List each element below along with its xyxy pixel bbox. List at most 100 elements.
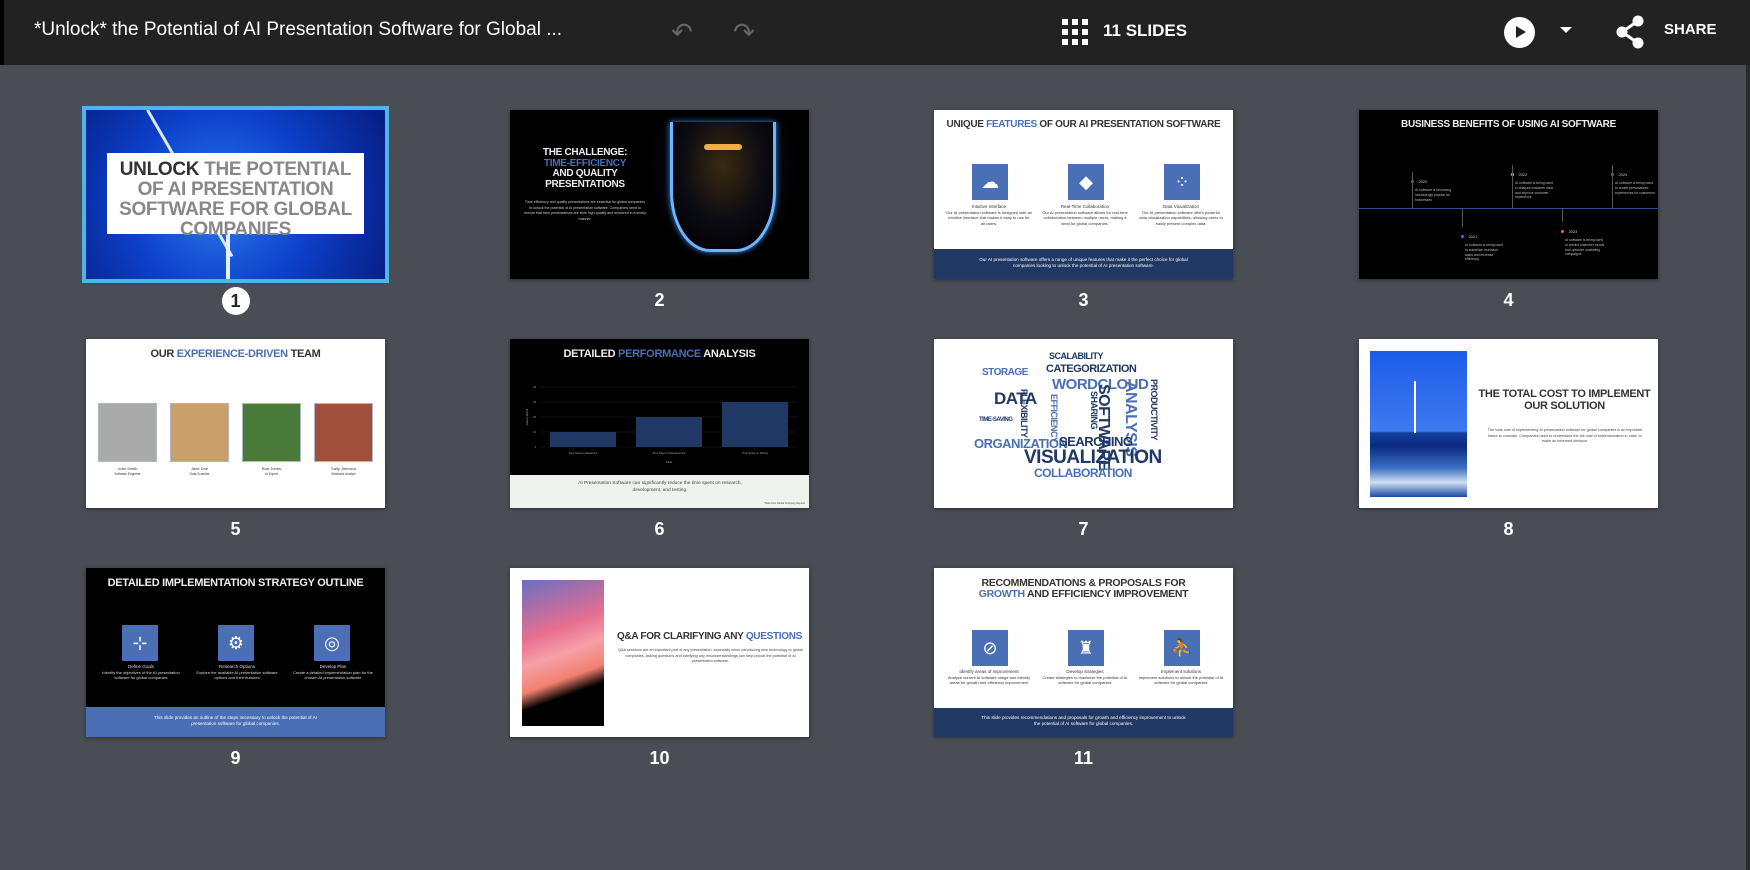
timeline-year: 2020 xyxy=(1418,179,1428,184)
slide-number-2[interactable]: 2 xyxy=(510,290,809,311)
target-plus-icon: ⊹ xyxy=(122,625,158,661)
timeline-year: 2023 xyxy=(1568,229,1578,234)
slides-count[interactable]: 11 SLIDES xyxy=(1103,21,1187,41)
bar xyxy=(550,432,616,447)
y-tick-label: 0 xyxy=(535,446,537,449)
timeline-year: 2024 xyxy=(1618,172,1628,177)
slide-thumbnail-11[interactable]: RECOMMENDATIONS & PROPOSALS FOR GROWTH AN… xyxy=(934,568,1233,737)
redo-icon[interactable]: ↷ xyxy=(728,16,760,48)
slide-body: Q&A sessions are an important part of an… xyxy=(618,648,803,663)
slide-number-6[interactable]: 6 xyxy=(510,519,809,540)
slide-thumbnail-8[interactable]: THE TOTAL COST TO IMPLEMENT OUR SOLUTION… xyxy=(1359,339,1658,508)
hurdle-icon: ⛹ xyxy=(1164,630,1200,666)
timeline-text: AI software is becoming increasingly pop… xyxy=(1415,188,1451,202)
bar xyxy=(722,402,788,447)
play-icon[interactable] xyxy=(1504,17,1535,48)
timeline-text: AI software is being used to predict cus… xyxy=(1565,238,1605,257)
timeline-year: 2022 xyxy=(1518,172,1528,177)
word-cloud-word: SCALABILITY xyxy=(1049,351,1104,361)
timeline-connector xyxy=(1462,208,1463,227)
wind-turbine-sea-image xyxy=(1370,351,1467,497)
slide-number-10[interactable]: 10 xyxy=(510,748,809,769)
team-member: John Smith Software Engineer xyxy=(98,403,157,477)
slide-note: *Data from Global Company Reports xyxy=(764,502,805,505)
slide-footer: This slide provides recommendations and … xyxy=(934,708,1233,737)
slide-title: THE CHALLENGE: xyxy=(542,147,628,158)
slide-number-8[interactable]: 8 xyxy=(1359,519,1658,540)
top-bar: *Unlock* the Potential of AI Presentatio… xyxy=(0,0,1750,65)
slide-thumbnail-5[interactable]: OUR EXPERIENCE-DRIVEN TEAM John Smith Sof… xyxy=(86,339,385,508)
slide-number-1[interactable]: 1 xyxy=(86,287,385,315)
timeline-axis xyxy=(1359,208,1658,209)
word-cloud-word: TIME-SAVING xyxy=(979,417,1013,423)
timeline-event: 2024 AI software is being used to create … xyxy=(1611,163,1656,195)
avatar xyxy=(314,403,373,462)
slide-footer: Our AI presentation software offers a ra… xyxy=(934,249,1233,279)
timeline-text: AI software is being used to create pers… xyxy=(1615,181,1655,195)
y-axis-label: Hours Spent xyxy=(525,409,529,426)
y-tick-label: 10 xyxy=(533,431,536,434)
timeline-connector xyxy=(1512,165,1513,208)
undo-icon[interactable]: ↶ xyxy=(666,16,698,48)
scatter-chart-icon: ⁘ xyxy=(1164,164,1200,200)
timeline-text: AI software is being used to automate mu… xyxy=(1465,243,1503,262)
member-role: Business Analyst xyxy=(331,471,356,476)
timeline-connector xyxy=(1412,172,1413,208)
slide-thumbnail-7[interactable]: STORAGE SCALABILITY CATEGORIZATION WORDCLOU… xyxy=(934,339,1233,508)
share-icon[interactable] xyxy=(1614,14,1646,50)
slide-thumbnail-2[interactable]: THE CHALLENGE: TIME-EFFICIENCY AND QUALITY… xyxy=(510,110,809,279)
lightbulb-image xyxy=(646,122,800,268)
timeline-event: 2021 AI software is being used to automat… xyxy=(1461,225,1506,262)
slide-title: THE TOTAL COST TO IMPLEMENT OUR SOLUTION xyxy=(1478,388,1651,412)
timeline-year: 2021 xyxy=(1468,234,1478,239)
slide-thumbnail-9[interactable]: DETAILED IMPLEMENTATION STRATEGY OUTLINE… xyxy=(86,568,385,737)
team-member: Bob Jones AI Expert xyxy=(242,403,301,477)
avatar xyxy=(170,403,229,462)
slide-thumbnail-1[interactable]: UNLOCK THE POTENTIAL OF AI PRESENTATION … xyxy=(82,106,389,283)
timeline-event: 2023 AI software is being used to predict… xyxy=(1561,220,1606,257)
y-tick-label: 20 xyxy=(533,416,536,419)
team-member: Sally Johnson Business Analyst xyxy=(314,403,373,477)
word-cloud-word: STORAGE xyxy=(982,367,1028,378)
shapes-icon: ◆ xyxy=(1068,164,1104,200)
timeline-connector xyxy=(1612,165,1613,208)
share-button[interactable]: SHARE xyxy=(1664,21,1717,38)
team-member: Jane Doe Data Scientist xyxy=(170,403,229,477)
chevron-down-icon[interactable] xyxy=(1560,27,1572,33)
word-cloud-word: COLLABORATION xyxy=(1034,466,1132,480)
slide-thumbnail-6[interactable]: DETAILED PERFORMANCE ANALYSIS 0 10 20 30 40 T… xyxy=(510,339,809,508)
timeline-event: 2022 AI software is being used to analyze… xyxy=(1511,163,1556,200)
slide-body: Time efficiency and quality presentation… xyxy=(524,200,646,221)
y-tick-label: 40 xyxy=(533,386,536,389)
research-icon: ⚙ xyxy=(218,625,254,661)
globe-icon: ◎ xyxy=(314,625,350,661)
x-axis-label: Task xyxy=(666,460,673,464)
member-role: AI Expert xyxy=(264,471,279,476)
x-tick-label: Time Spent on Testing xyxy=(742,451,768,455)
slide-thumbnail-3[interactable]: UNIQUE FEATURES OF OUR AI PRESENTATION S… xyxy=(934,110,1233,279)
slide-number-4[interactable]: 4 xyxy=(1359,290,1658,311)
word-cloud: STORAGE SCALABILITY CATEGORIZATION WORDCLOU… xyxy=(934,339,1233,508)
member-role: Software Engineer xyxy=(114,471,141,476)
slide-number-7[interactable]: 7 xyxy=(934,519,1233,540)
slide-number-3[interactable]: 3 xyxy=(934,290,1233,311)
slide-thumbnail-10[interactable]: Q&A FOR CLARIFYING ANY QUESTIONS Q&A ses… xyxy=(510,568,809,737)
slide-footer: This slide provides an outline of the st… xyxy=(86,707,385,737)
member-role: Data Scientist xyxy=(189,471,210,476)
grid-view-icon[interactable] xyxy=(1062,19,1088,45)
avatar xyxy=(98,403,157,462)
avatar xyxy=(242,403,301,462)
y-tick-label: 30 xyxy=(533,401,536,404)
slide-number-9[interactable]: 9 xyxy=(86,748,385,769)
slide-number-11[interactable]: 11 xyxy=(934,748,1233,769)
slide-thumbnail-4[interactable]: BUSINESS BENEFITS OF USING AI SOFTWARE 2… xyxy=(1359,110,1658,279)
performance-bar-chart: 0 10 20 30 40 Time Spent on Research Time Spen… xyxy=(525,386,798,464)
scrollbar[interactable] xyxy=(1746,65,1750,870)
word-cloud-word: PRODUCTIVITY xyxy=(1149,379,1159,441)
timeline-event: 2020 AI software is becoming increasingly… xyxy=(1411,170,1456,202)
slide-number-5[interactable]: 5 xyxy=(86,519,385,540)
presentation-title[interactable]: *Unlock* the Potential of AI Presentatio… xyxy=(34,19,562,41)
slide-title: AND QUALITY PRESENTATIONS xyxy=(545,168,625,190)
x-tick-label: Time Spent on Research xyxy=(569,451,598,455)
x-tick-label: Time Spent on Development xyxy=(653,451,686,455)
